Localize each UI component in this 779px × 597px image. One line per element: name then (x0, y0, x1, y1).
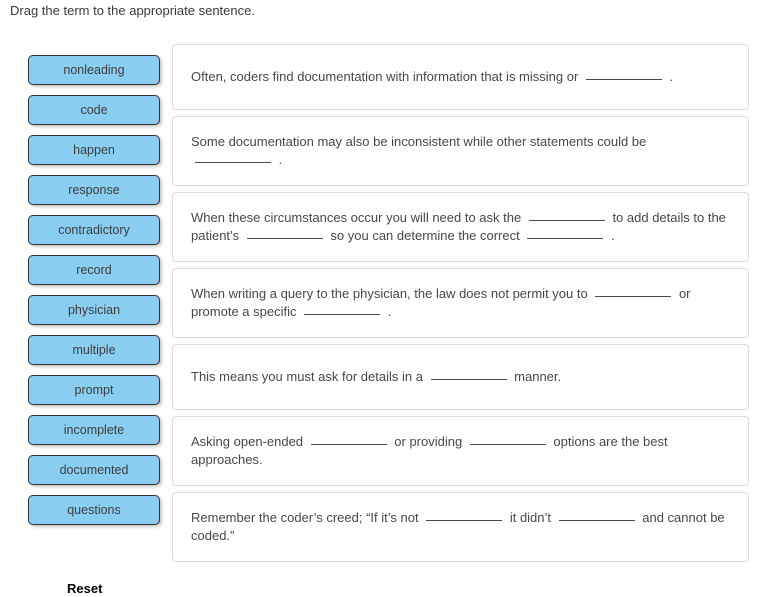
term-tile[interactable]: happen (28, 135, 160, 165)
answer-blank[interactable] (430, 379, 507, 380)
answer-blank[interactable] (426, 520, 503, 521)
term-tile-label: happen (73, 143, 115, 157)
term-tile[interactable]: incomplete (28, 415, 160, 445)
sentence-fragment: This means you must ask for details in a (191, 369, 427, 384)
sentence-drop-zone[interactable]: This means you must ask for details in a… (172, 344, 749, 410)
term-tile-label: incomplete (63, 423, 125, 437)
sentence-fragment: When writing a query to the physician, t… (191, 286, 592, 301)
term-tile[interactable]: physician (28, 295, 160, 325)
term-tile-label: questions (67, 503, 121, 517)
sentence-fragment: it didn’t (506, 510, 555, 525)
term-tile-label: code (80, 103, 108, 117)
sentence-fragment: so you can determine the correct (326, 228, 524, 243)
sentence-fragment: . (275, 152, 283, 167)
term-tile-label: nonleading (63, 63, 125, 77)
term-tile-label: physician (67, 303, 121, 317)
sentence-fragment: . (607, 228, 615, 243)
term-tile[interactable]: contradictory (28, 215, 160, 245)
sentences-panel: Often, coders find documentation with in… (172, 44, 749, 568)
sentence-text: Asking open-ended or providing options a… (191, 433, 730, 469)
term-tile-label: multiple (72, 343, 116, 357)
sentence-text: Often, coders find documentation with in… (191, 68, 673, 86)
sentence-fragment: Often, coders find documentation with in… (191, 69, 582, 84)
term-tile-label: record (76, 263, 112, 277)
sentence-drop-zone[interactable]: Remember the coder’s creed; “If it’s not… (172, 492, 749, 562)
answer-blank[interactable] (195, 162, 271, 163)
terms-panel: nonleading code happen response contradictor… (28, 55, 160, 535)
sentence-text: When these circumstances occur you will … (191, 209, 730, 245)
instruction-text: Drag the term to the appropriate sentenc… (10, 3, 255, 18)
sentence-text: Some documentation may also be inconsist… (191, 133, 730, 169)
answer-blank[interactable] (528, 220, 605, 221)
term-tile-label: contradictory (58, 223, 130, 237)
sentence-fragment: . (665, 69, 674, 84)
answer-blank[interactable] (310, 444, 387, 445)
term-tile[interactable]: multiple (28, 335, 160, 365)
term-tile[interactable]: nonleading (28, 55, 160, 85)
sentence-drop-zone[interactable]: When writing a query to the physician, t… (172, 268, 749, 338)
term-tile-label: documented (59, 463, 129, 477)
answer-blank[interactable] (304, 314, 381, 315)
term-tile[interactable]: code (28, 95, 160, 125)
answer-blank[interactable] (469, 444, 546, 445)
term-tile-label: prompt (74, 383, 114, 397)
answer-blank[interactable] (527, 238, 604, 239)
sentence-drop-zone[interactable]: Often, coders find documentation with in… (172, 44, 749, 110)
sentence-drop-zone[interactable]: Asking open-ended or providing options a… (172, 416, 749, 486)
sentence-fragment: Asking open-ended (191, 434, 307, 449)
sentence-text: Remember the coder’s creed; “If it’s not… (191, 509, 730, 545)
sentence-fragment: . (384, 304, 392, 319)
sentence-fragment: manner. (510, 369, 562, 384)
term-tile[interactable]: response (28, 175, 160, 205)
sentence-drop-zone[interactable]: When these circumstances occur you will … (172, 192, 749, 262)
answer-blank[interactable] (558, 520, 635, 521)
sentence-fragment: or providing (390, 434, 466, 449)
term-tile[interactable]: prompt (28, 375, 160, 405)
term-tile[interactable]: documented (28, 455, 160, 485)
term-tile-label: response (68, 183, 120, 197)
sentence-fragment: Remember the coder’s creed; “If it’s not (191, 510, 423, 525)
term-tile[interactable]: record (28, 255, 160, 285)
sentence-text: When writing a query to the physician, t… (191, 285, 730, 321)
term-tile[interactable]: questions (28, 495, 160, 525)
answer-blank[interactable] (595, 296, 672, 297)
sentence-fragment: When these circumstances occur you will … (191, 210, 525, 225)
answer-blank[interactable] (246, 238, 323, 239)
answer-blank[interactable] (585, 79, 662, 80)
reset-button[interactable]: Reset (67, 581, 102, 596)
sentence-drop-zone[interactable]: Some documentation may also be inconsist… (172, 116, 749, 186)
sentence-fragment: Some documentation may also be inconsist… (191, 134, 647, 149)
sentence-text: This means you must ask for details in a… (191, 368, 561, 386)
